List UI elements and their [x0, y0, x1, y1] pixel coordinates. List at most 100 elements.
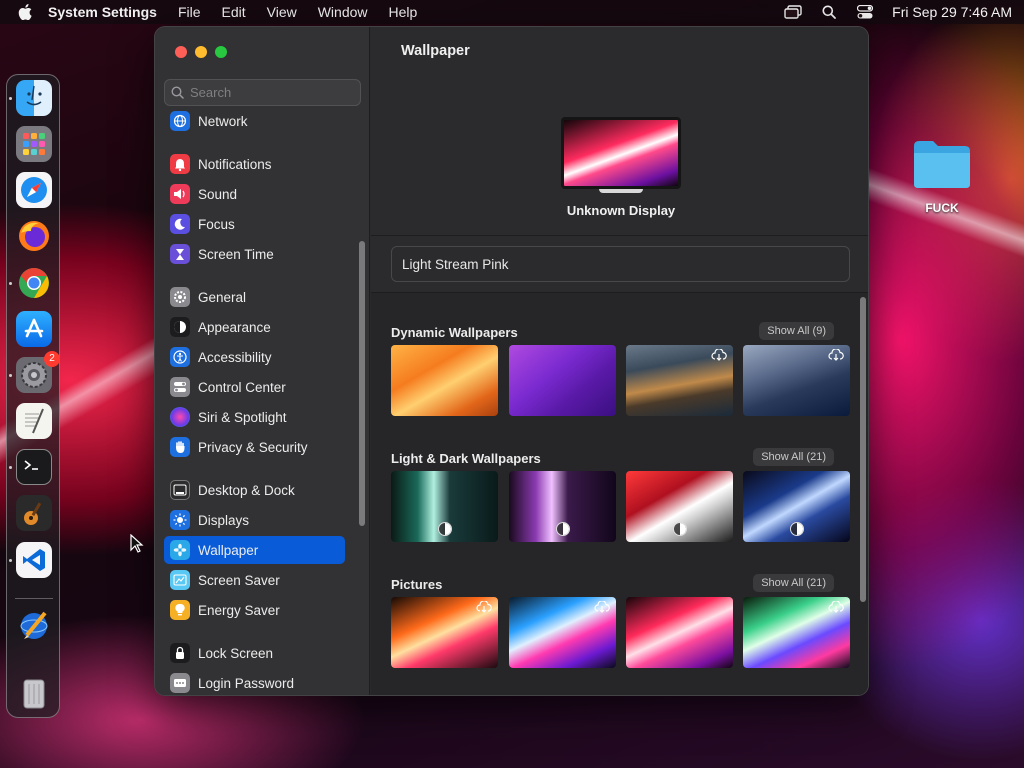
download-cloud-icon[interactable]: [828, 601, 844, 613]
dock-running-indicator: [9, 559, 12, 562]
mouse-cursor-icon: [130, 534, 144, 553]
search-input[interactable]: [190, 85, 350, 100]
sidebar-item-sound[interactable]: Sound: [164, 180, 345, 208]
sidebar-item-label: Privacy & Security: [198, 439, 308, 455]
sidebar-item-siri-spotlight[interactable]: Siri & Spotlight: [164, 403, 345, 431]
dock-running-indicator: [9, 374, 12, 377]
sidebar-item-screen-saver[interactable]: Screen Saver: [164, 566, 345, 594]
dock-trash[interactable]: [16, 675, 52, 711]
dock-app-store[interactable]: [16, 311, 52, 347]
menu-bar: System Settings File Edit View Window He…: [0, 0, 1024, 24]
wallpaper-thumbnail[interactable]: [391, 345, 498, 416]
wallpaper-thumbnail[interactable]: [509, 597, 616, 668]
show-all-light-dark-button[interactable]: Show All (21): [753, 448, 834, 466]
wallpaper-thumbnail[interactable]: [743, 597, 850, 668]
sidebar-item-displays[interactable]: Displays: [164, 506, 345, 534]
wallpaper-thumbnail[interactable]: [743, 345, 850, 416]
show-all-dynamic-button[interactable]: Show All (9): [759, 322, 834, 340]
zoom-button[interactable]: [215, 46, 227, 58]
folder-icon: [914, 141, 970, 188]
sidebar-item-network[interactable]: Network: [164, 107, 345, 135]
show-all-pictures-button[interactable]: Show All (21): [753, 574, 834, 592]
wallpaper-thumbnail[interactable]: [626, 345, 733, 416]
dock-system-settings[interactable]: 2: [16, 351, 60, 393]
wallpaper-thumbnail[interactable]: [626, 597, 733, 668]
sidebar-item-label: General: [198, 289, 247, 305]
wallpaper-thumbnail[interactable]: [509, 345, 616, 416]
search-icon: [171, 86, 184, 99]
spotlight-search-icon[interactable]: [820, 4, 838, 20]
sidebar-item-control-center[interactable]: Control Center: [164, 373, 345, 401]
menu-file[interactable]: File: [178, 4, 201, 20]
wallpaper-thumbnail[interactable]: [626, 471, 733, 542]
sidebar-item-label: Displays: [198, 512, 250, 528]
sidebar-item-login-password[interactable]: Login Password: [164, 669, 345, 695]
wallpaper-thumbnail[interactable]: [743, 471, 850, 542]
download-cloud-icon[interactable]: [828, 349, 844, 361]
guitar-icon: [24, 502, 42, 525]
lock-icon: [170, 643, 190, 663]
folder-label: FUCK: [925, 201, 959, 215]
section-title-pictures: Pictures: [391, 577, 443, 592]
current-wallpaper-field[interactable]: Light Stream Pink: [391, 246, 850, 282]
sidebar-item-privacy-security[interactable]: Privacy & Security: [164, 433, 345, 461]
desktop-folder[interactable]: FUCK: [906, 138, 978, 215]
page-title: Wallpaper: [401, 43, 470, 59]
search-field[interactable]: [164, 79, 361, 106]
globe-icon: [170, 111, 190, 131]
sidebar-item-appearance[interactable]: Appearance: [164, 313, 345, 341]
sidebar-scrollbar[interactable]: [359, 241, 365, 526]
close-button[interactable]: [175, 46, 187, 58]
screen-mirroring-icon[interactable]: [784, 4, 802, 20]
download-cloud-icon[interactable]: [711, 349, 727, 361]
sidebar-item-wallpaper[interactable]: Wallpaper: [164, 536, 345, 564]
dock-icon: [170, 480, 190, 500]
sidebar-item-notifications[interactable]: Notifications: [164, 150, 345, 178]
menu-window[interactable]: Window: [318, 4, 368, 20]
dock-vscode[interactable]: [16, 542, 52, 578]
minimize-button[interactable]: [195, 46, 207, 58]
sidebar-item-label: Lock Screen: [198, 645, 274, 661]
dock-textedit[interactable]: [16, 403, 52, 439]
sidebar-item-general[interactable]: General: [164, 283, 345, 311]
download-cloud-icon[interactable]: [594, 601, 610, 613]
appearance-icon: [170, 317, 190, 337]
dock-launchpad[interactable]: [16, 126, 52, 162]
menu-clock[interactable]: Fri Sep 29 7:46 AM: [892, 4, 1012, 20]
wallpaper-thumbnail[interactable]: [509, 471, 616, 542]
dock-sketch-pencil[interactable]: [16, 608, 52, 644]
menu-edit[interactable]: Edit: [222, 4, 246, 20]
sidebar-item-accessibility[interactable]: Accessibility: [164, 343, 345, 371]
system-settings-window: Network Notifications Sound Focus Screen…: [154, 26, 869, 696]
current-wallpaper-name: Light Stream Pink: [402, 256, 509, 272]
sidebar-item-energy-saver[interactable]: Energy Saver: [164, 596, 345, 624]
sidebar-item-label: Desktop & Dock: [198, 482, 295, 498]
sidebar-item-label: Appearance: [198, 319, 271, 335]
sidebar-item-desktop-dock[interactable]: Desktop & Dock: [164, 476, 345, 504]
menu-view[interactable]: View: [267, 4, 297, 20]
vscode-icon: [23, 549, 45, 571]
wallpaper-thumbnail[interactable]: [391, 597, 498, 668]
menu-app-name[interactable]: System Settings: [48, 4, 157, 20]
siri-icon: [170, 407, 190, 427]
dock-firefox[interactable]: [16, 218, 52, 254]
dock-safari[interactable]: [16, 172, 52, 208]
light-dark-mode-icon: [438, 522, 452, 536]
gear-icon: [170, 287, 190, 307]
sidebar-item-focus[interactable]: Focus: [164, 210, 345, 238]
download-cloud-icon[interactable]: [476, 601, 492, 613]
light-dark-mode-icon: [790, 522, 804, 536]
apple-menu-icon[interactable]: [18, 4, 34, 20]
sidebar-item-lock-screen[interactable]: Lock Screen: [164, 639, 345, 667]
sidebar-item-label: Control Center: [198, 379, 286, 395]
wallpaper-thumbnail[interactable]: [391, 471, 498, 542]
dock-chrome[interactable]: [16, 265, 52, 301]
control-center-icon[interactable]: [856, 4, 874, 20]
dock-finder[interactable]: [16, 80, 52, 116]
dock-garageband[interactable]: [16, 495, 52, 531]
menu-help[interactable]: Help: [389, 4, 418, 20]
sidebar-item-screen-time[interactable]: Screen Time: [164, 240, 345, 268]
dock-terminal[interactable]: [16, 449, 52, 485]
display-preview[interactable]: [561, 117, 681, 189]
content-scrollbar[interactable]: [860, 297, 866, 602]
